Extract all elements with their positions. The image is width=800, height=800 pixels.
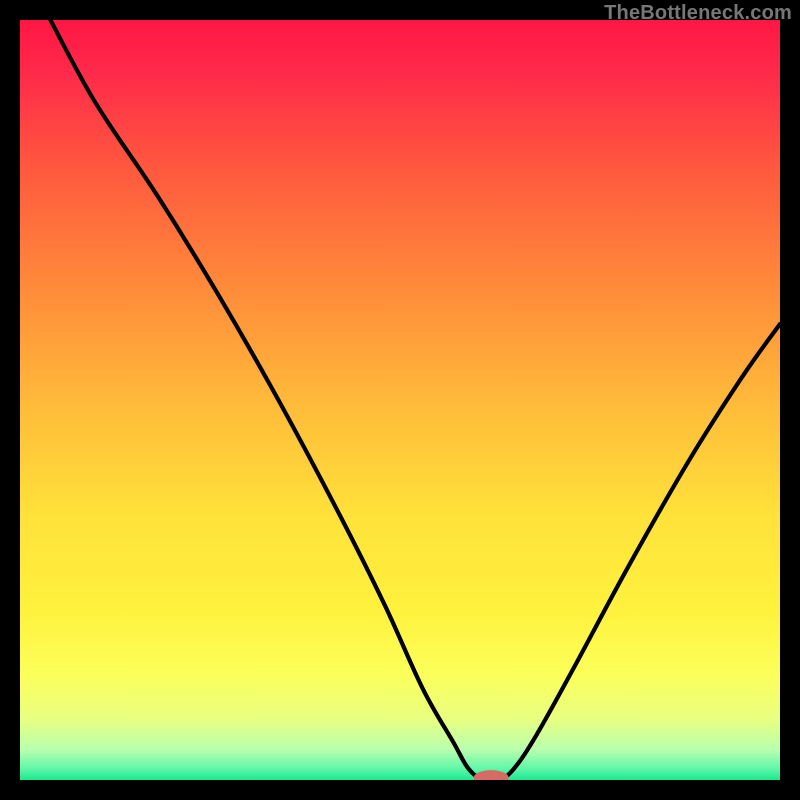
bottleneck-chart	[20, 20, 780, 780]
chart-frame: TheBottleneck.com	[0, 0, 800, 800]
chart-background	[20, 20, 780, 780]
